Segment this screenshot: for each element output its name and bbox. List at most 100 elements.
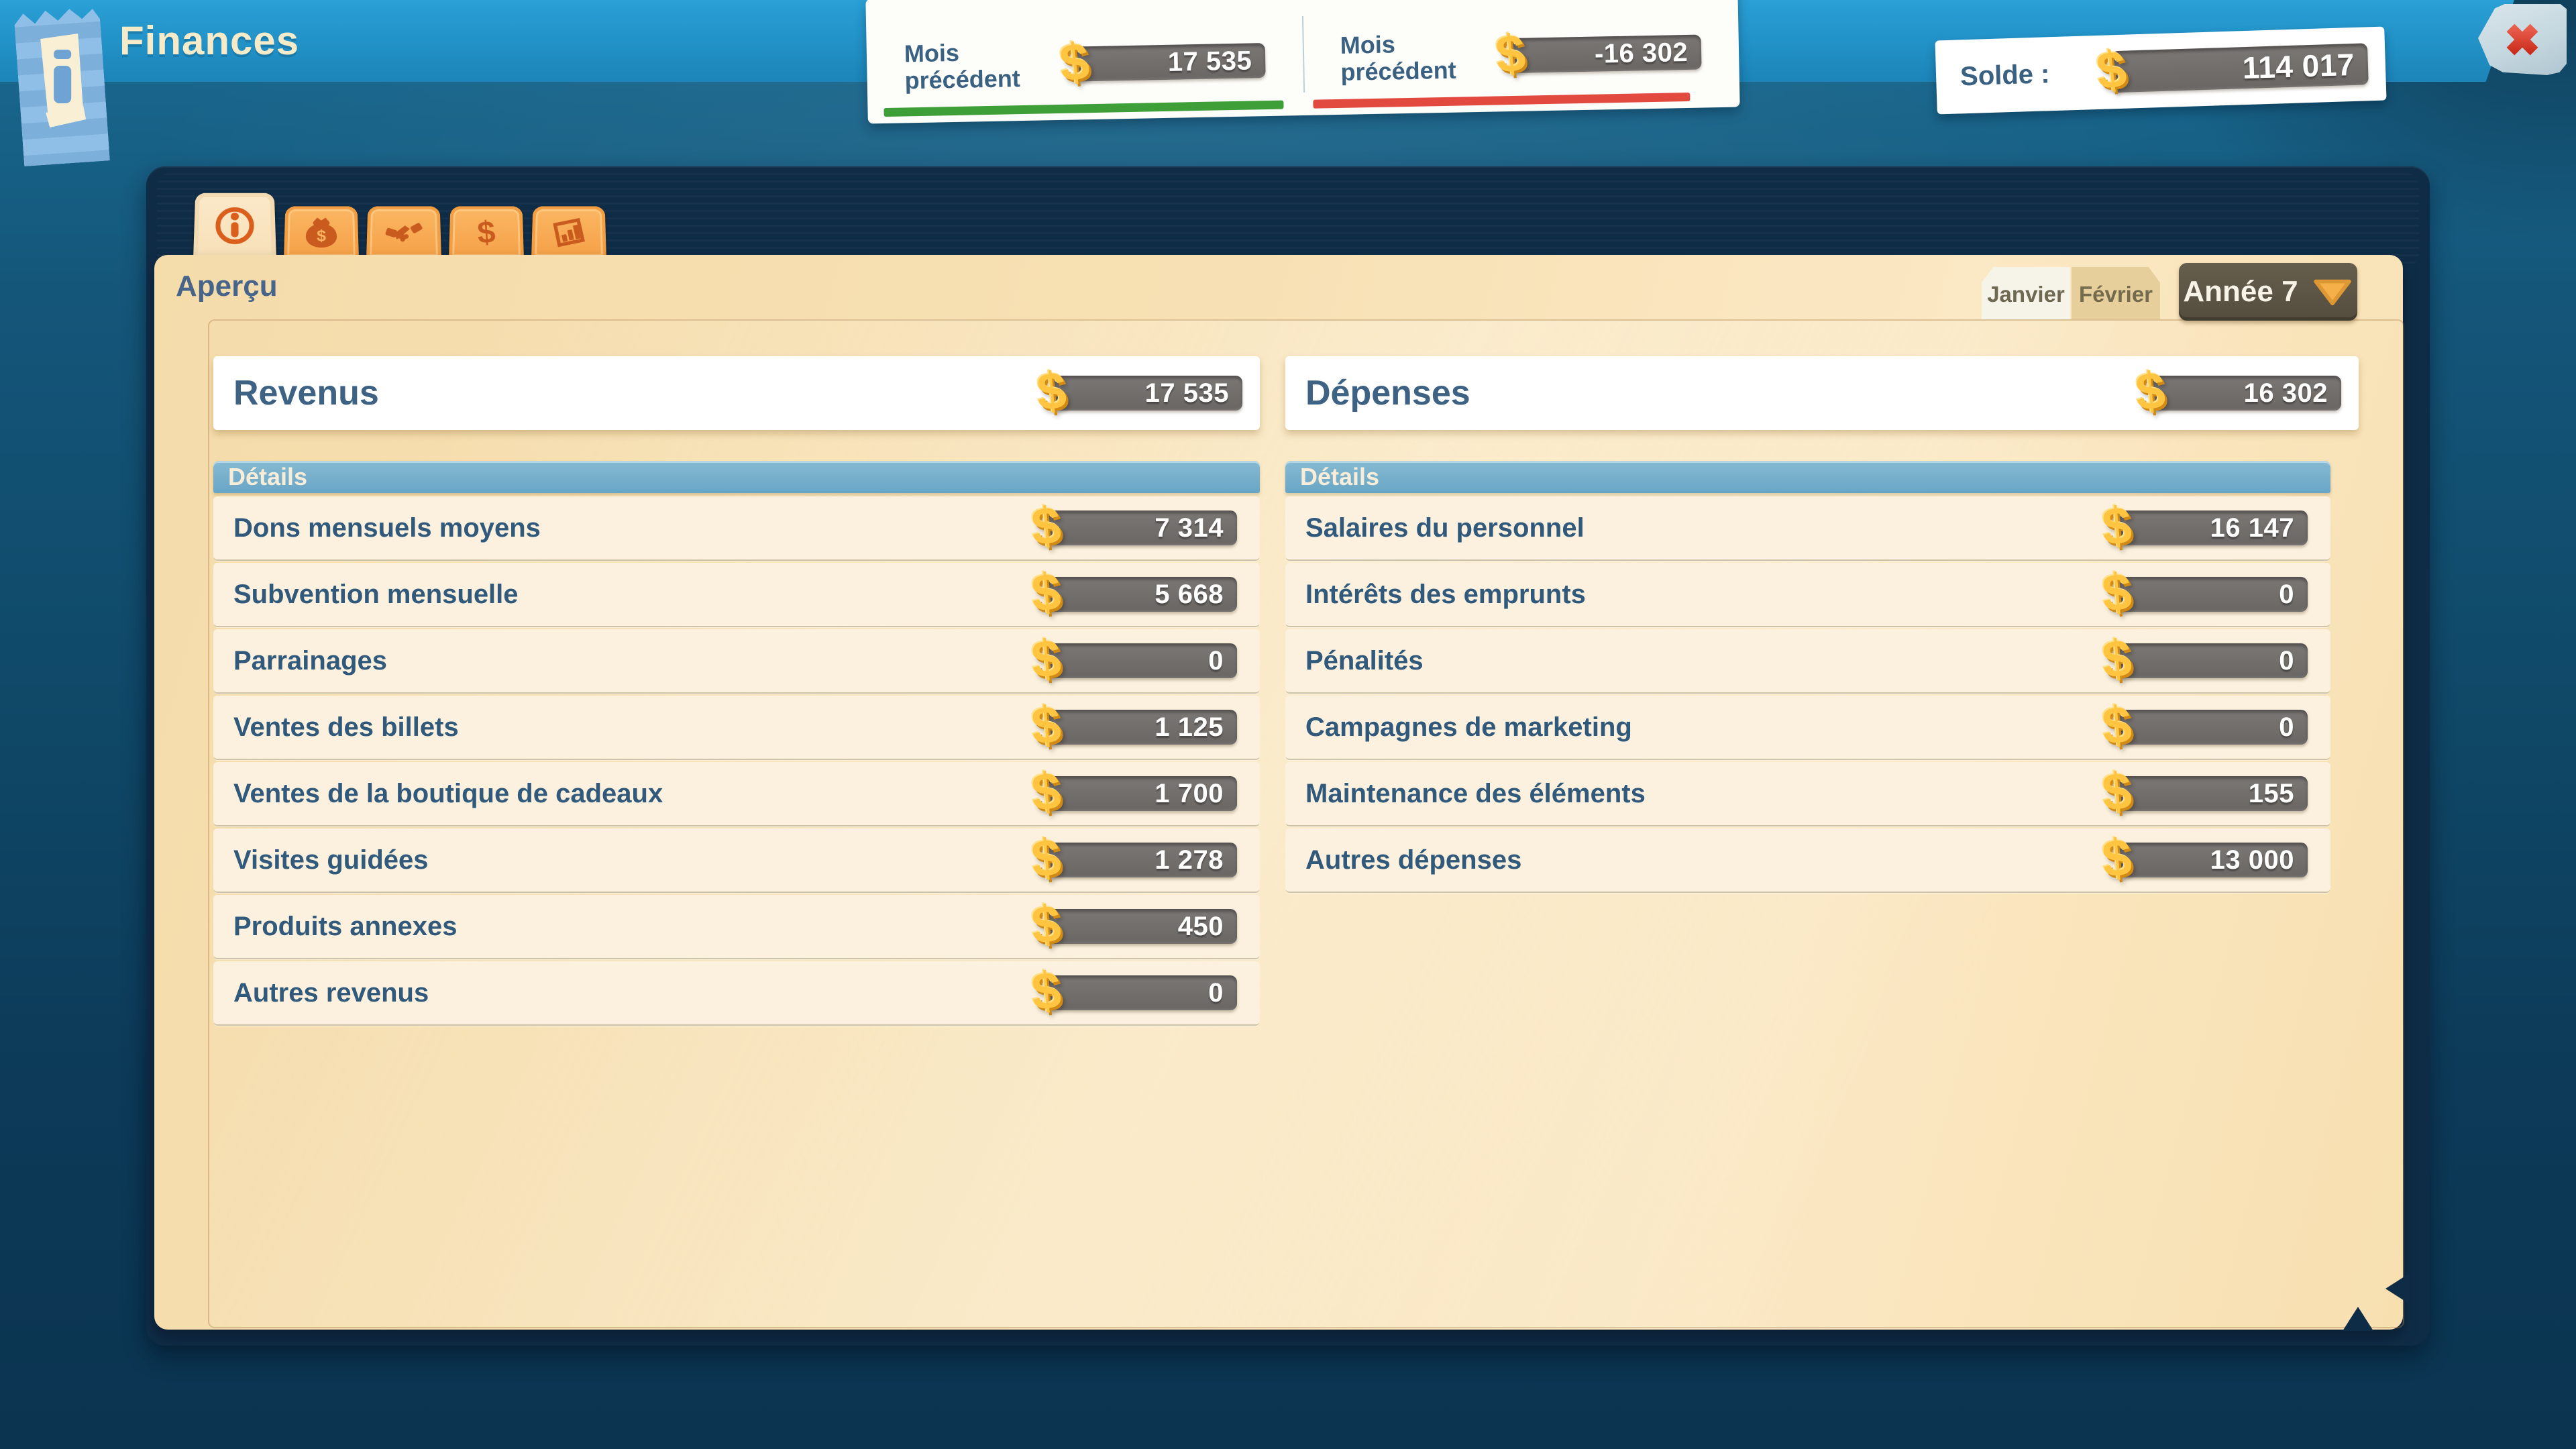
handshake-icon (384, 214, 423, 251)
amount-pill: $ -16 302 (1511, 35, 1702, 73)
svg-text:$: $ (476, 215, 496, 251)
amount-pill: $0 (2117, 577, 2308, 612)
resize-handle[interactable] (2385, 1273, 2410, 1304)
amount-pill: $450 (1046, 909, 1237, 944)
expenses-header: Dépenses $ 16 302 (1285, 356, 2359, 430)
row-label: Campagnes de marketing (1305, 712, 1632, 743)
row-value: 1 125 (1155, 712, 1224, 743)
row-value: 450 (1178, 912, 1224, 942)
dollar-icon: $ (2134, 364, 2167, 418)
bar-chart-icon (549, 214, 588, 251)
table-row: Autres revenus $0 (213, 961, 1260, 1024)
balance-label: Solde : (1960, 59, 2050, 91)
previous-month-expense-label: Mois précédent (1340, 30, 1491, 85)
row-label: Ventes de la boutique de cadeaux (233, 779, 663, 809)
row-value: 5 668 (1155, 580, 1224, 610)
revenues-rows: Dons mensuels moyens$7 314Subvention men… (213, 496, 1260, 1024)
table-row: Autres dépenses $13 000 (1285, 828, 2330, 892)
row-label: Ventes des billets (233, 712, 459, 743)
amount-pill: $1 700 (1046, 776, 1237, 811)
amount-pill: $ 114 017 (2111, 43, 2369, 93)
amount-pill: $0 (2117, 643, 2308, 678)
row-label: Autres dépenses (1305, 845, 1521, 875)
row-value: 0 (1208, 646, 1224, 676)
year-dropdown[interactable]: Année 7 (2179, 263, 2357, 321)
finances-screen: Finances Mois précédent $ 17 535 Mois pr… (0, 0, 2576, 1449)
tab-overview[interactable] (193, 193, 276, 260)
dollar-icon: $ (1030, 764, 1063, 818)
dollar-icon: $ (2100, 698, 2134, 752)
page-title: Finances (119, 17, 299, 64)
previous-month-expense-value: -16 302 (1595, 37, 1688, 69)
expenses-total: 16 302 (2244, 378, 2328, 409)
row-label: Salaires du personnel (1305, 513, 1585, 543)
previous-month-summary: Mois précédent $ 17 535 Mois précédent $… (865, 0, 1739, 123)
finances-tab-strip: $ $ (193, 189, 606, 260)
section-title-apercu: Aperçu (176, 270, 278, 303)
previous-month-income-label: Mois précédent (904, 38, 1056, 93)
expenses-title: Dépenses (1305, 373, 1470, 413)
row-value: 0 (1208, 978, 1224, 1008)
dollar-icon: $ (1030, 565, 1063, 619)
dollar-icon: $ (1030, 897, 1063, 951)
row-value: 16 147 (2210, 513, 2294, 543)
dollar-icon: $ (1030, 963, 1063, 1018)
amount-pill: $5 668 (1046, 577, 1237, 612)
amount-pill: $ 17 535 (1075, 43, 1266, 81)
dollar-icon: $ (1030, 498, 1063, 553)
tab-pricing[interactable]: $ (449, 207, 524, 260)
row-label: Dons mensuels moyens (233, 513, 541, 543)
revenues-title: Revenus (233, 373, 379, 413)
table-row: Salaires du personnel $16 147 (1285, 496, 2330, 559)
resize-handle[interactable] (2343, 1307, 2373, 1331)
amount-pill: $0 (2117, 710, 2308, 745)
info-icon (213, 205, 256, 247)
dollar-icon: $ (1035, 364, 1069, 418)
amount-pill: $1 125 (1046, 710, 1237, 745)
row-label: Parrainages (233, 646, 387, 676)
table-row: Produits annexes$450 (213, 895, 1260, 958)
amount-pill: $1 278 (1046, 843, 1237, 877)
amount-pill: $13 000 (2117, 843, 2308, 877)
table-row: Ventes des billets $1 125 (213, 696, 1260, 759)
row-label: Visites guidées (233, 845, 429, 875)
dollar-icon: $ (467, 214, 506, 251)
close-button[interactable] (2478, 4, 2567, 75)
expenses-details-header: Détails (1285, 461, 2330, 493)
month-tab-janvier[interactable]: Janvier (1982, 267, 2070, 319)
tab-loans[interactable] (366, 207, 441, 260)
row-label: Autres revenus (233, 978, 429, 1008)
finances-receipt-icon (13, 5, 110, 166)
dollar-icon: $ (2100, 498, 2134, 553)
table-row: Intérêts des emprunts$0 (1285, 563, 2330, 626)
year-dropdown-label: Année 7 (2183, 275, 2298, 309)
table-row: Maintenance des éléments$155 (1285, 762, 2330, 825)
table-row: Ventes de la boutique de cadeaux $1 700 (213, 762, 1260, 825)
expense-indicator-bar (1313, 93, 1690, 109)
amount-pill: $155 (2117, 776, 2308, 811)
dollar-icon: $ (2100, 830, 2134, 885)
dollar-icon: $ (1030, 830, 1063, 885)
amount-pill: $0 (1046, 643, 1237, 678)
svg-text:$: $ (317, 227, 326, 245)
dollar-icon: $ (2100, 631, 2134, 686)
expenses-column: Dépenses $ 16 302 Détails Salaires du pe… (1285, 356, 2330, 895)
row-value: 0 (2279, 646, 2294, 676)
tab-income[interactable]: $ (284, 207, 359, 260)
dollar-icon: $ (2100, 764, 2134, 818)
previous-month-expense: Mois précédent $ -16 302 (1301, 0, 1739, 115)
previous-month-income: Mois précédent $ 17 535 (865, 0, 1303, 123)
row-value: 1 278 (1155, 845, 1224, 875)
month-tab-fevrier[interactable]: Février (2072, 267, 2160, 319)
row-label: Subvention mensuelle (233, 580, 519, 610)
amount-pill: $0 (1046, 975, 1237, 1010)
row-label: Pénalités (1305, 646, 1424, 676)
close-x-icon (2496, 13, 2548, 66)
table-row: Campagnes de marketing $0 (1285, 696, 2330, 759)
dollar-icon: $ (1493, 26, 1527, 81)
dollar-icon: $ (1030, 698, 1063, 752)
income-indicator-bar (883, 101, 1283, 117)
revenues-total: 17 535 (1145, 378, 1229, 409)
tab-charts[interactable] (531, 207, 606, 260)
row-value: 0 (2279, 580, 2294, 610)
